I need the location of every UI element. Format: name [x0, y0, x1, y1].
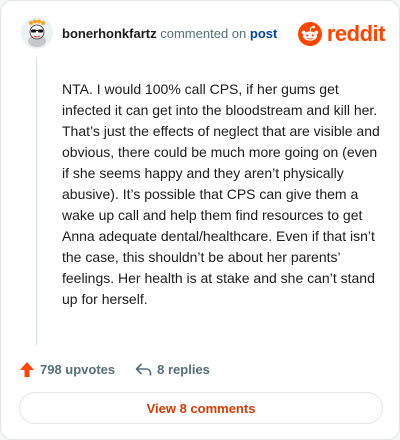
upvote-arrow-icon: [20, 361, 34, 377]
reply-arrow-icon: [135, 362, 152, 375]
upvote-button[interactable]: 798 upvotes: [19, 361, 115, 378]
comment-actions: 798 upvotes 8 replies: [19, 359, 210, 379]
user-avatar[interactable]: [21, 17, 53, 49]
reddit-logo-icon: [297, 22, 322, 46]
reply-count: 8 replies: [157, 361, 210, 377]
post-link[interactable]: post: [250, 26, 277, 41]
reddit-wordmark: reddit: [326, 21, 386, 46]
reply-button[interactable]: 8 replies: [135, 362, 210, 377]
comment-body: NTA. I would 100% call CPS, if her gums …: [62, 81, 380, 307]
comment-header: bonerhonkfartz commented on post reddit: [21, 17, 386, 49]
reddit-brand[interactable]: reddit: [297, 20, 386, 48]
view-comments-button[interactable]: View 8 comments: [19, 392, 383, 424]
comment-card: bonerhonkfartz commented on post reddit …: [0, 0, 400, 440]
action-text: commented on: [160, 26, 247, 41]
upvote-count: 798 upvotes: [40, 361, 116, 377]
thread-line: [36, 57, 37, 345]
comment-meta: bonerhonkfartz commented on post: [62, 26, 277, 41]
username-link[interactable]: bonerhonkfartz: [62, 26, 157, 41]
